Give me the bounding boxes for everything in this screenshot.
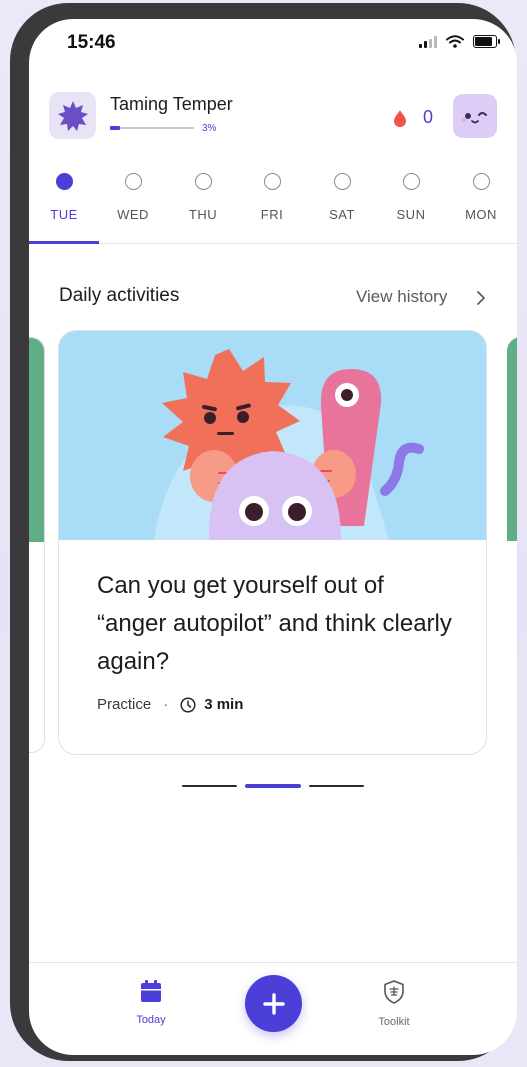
activity-card[interactable]: Can you get yourself out of “anger autop… bbox=[58, 330, 487, 755]
card-illustration bbox=[29, 338, 44, 542]
section-title: Daily activities bbox=[59, 285, 180, 306]
status-time: 15:46 bbox=[67, 32, 116, 53]
activity-heading: Can you get yourself out of “anger autop… bbox=[97, 572, 452, 675]
day-label: SUN bbox=[396, 207, 426, 222]
wifi-icon bbox=[446, 35, 464, 48]
phone-frame: 15:46 Taming Temper 3% 0 TUE WED THU FRI… bbox=[10, 3, 517, 1061]
program-progress-text: 3% bbox=[202, 123, 217, 134]
streak-count: 0 bbox=[423, 107, 434, 127]
program-badge-icon bbox=[57, 100, 88, 131]
day-sat[interactable]: SAT bbox=[312, 173, 372, 222]
signal-icon bbox=[419, 35, 437, 48]
day-fri[interactable]: FRI bbox=[242, 173, 302, 222]
carousel-indicator[interactable] bbox=[182, 785, 237, 787]
carousel-indicator[interactable] bbox=[309, 785, 364, 787]
day-sun[interactable]: SUN bbox=[381, 173, 441, 222]
day-dot bbox=[472, 173, 490, 190]
streak-counter[interactable]: 0 bbox=[393, 107, 433, 128]
activity-duration: 3 min bbox=[204, 696, 244, 713]
battery-icon bbox=[473, 35, 500, 48]
day-label: THU bbox=[188, 207, 218, 222]
meta-separator: · bbox=[163, 696, 169, 713]
mascot-button[interactable] bbox=[453, 94, 497, 138]
drop-icon bbox=[394, 109, 406, 127]
day-dot bbox=[333, 173, 351, 190]
nav-today[interactable]: Today bbox=[121, 979, 181, 1026]
day-tue[interactable]: TUE bbox=[34, 173, 94, 222]
app-screen: 15:46 Taming Temper 3% 0 TUE WED THU FRI… bbox=[29, 19, 517, 1055]
day-label: MON bbox=[465, 207, 497, 222]
day-wed[interactable]: WED bbox=[103, 173, 163, 222]
mascot-icon bbox=[462, 112, 487, 124]
carousel-indicator[interactable] bbox=[245, 784, 301, 788]
nav-toolkit-label: Toolkit bbox=[378, 1016, 410, 1028]
day-label: FRI bbox=[260, 207, 284, 222]
bottom-nav-divider bbox=[29, 962, 517, 963]
card-illustration bbox=[507, 337, 517, 541]
day-mon[interactable]: MON bbox=[451, 173, 511, 222]
active-day-underline bbox=[29, 241, 99, 244]
calendar-icon bbox=[141, 980, 161, 1002]
view-history-link[interactable]: View history bbox=[356, 287, 447, 307]
status-icons bbox=[419, 35, 500, 48]
previous-activity-card[interactable] bbox=[29, 337, 45, 753]
day-label: SAT bbox=[329, 207, 355, 222]
day-dot bbox=[194, 173, 212, 190]
add-button[interactable] bbox=[245, 975, 302, 1032]
nav-today-label: Today bbox=[136, 1014, 166, 1026]
nav-toolkit[interactable]: Toolkit bbox=[364, 979, 424, 1028]
plus-icon bbox=[262, 992, 285, 1015]
program-title: Taming Temper bbox=[110, 94, 233, 114]
program-progress-bar bbox=[110, 126, 194, 130]
clock-icon bbox=[180, 696, 196, 713]
next-activity-card[interactable] bbox=[507, 337, 517, 751]
activity-illustration bbox=[59, 331, 486, 540]
day-dot bbox=[55, 173, 73, 190]
chevron-right-icon[interactable] bbox=[476, 290, 486, 306]
program-badge[interactable] bbox=[49, 92, 96, 139]
day-dot bbox=[124, 173, 142, 190]
activity-meta: Practice · 3 min bbox=[97, 696, 243, 713]
program-progress-fill bbox=[110, 126, 120, 130]
day-label: TUE bbox=[50, 207, 78, 222]
day-thu[interactable]: THU bbox=[173, 173, 233, 222]
day-dot bbox=[263, 173, 281, 190]
day-label: WED bbox=[117, 207, 149, 222]
activity-category: Practice bbox=[97, 696, 152, 713]
day-divider bbox=[29, 243, 517, 244]
shield-icon bbox=[384, 980, 404, 1004]
day-dot bbox=[402, 173, 420, 190]
